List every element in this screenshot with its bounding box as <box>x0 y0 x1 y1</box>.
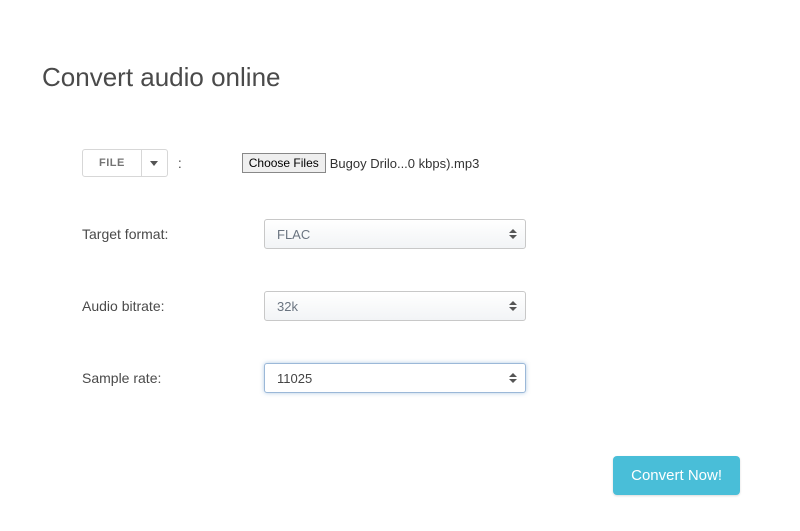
convert-now-button[interactable]: Convert Now! <box>613 456 740 495</box>
sample-rate-label: Sample rate: <box>82 370 264 386</box>
audio-bitrate-select[interactable]: 32k <box>264 291 526 321</box>
file-colon: : <box>178 155 182 171</box>
file-row: FILE : Choose Files Bugoy Drilo...0 kbps… <box>82 149 758 177</box>
chosen-file-name: Bugoy Drilo...0 kbps).mp3 <box>330 156 480 171</box>
audio-bitrate-row: Audio bitrate: 32k <box>82 291 758 321</box>
target-format-label: Target format: <box>82 226 264 242</box>
choose-files-button[interactable]: Choose Files <box>242 153 326 173</box>
page-title: Convert audio online <box>42 62 758 93</box>
target-format-select[interactable]: FLAC <box>264 219 526 249</box>
select-arrows-icon <box>509 301 517 311</box>
sample-rate-select[interactable]: 11025 <box>264 363 526 393</box>
sample-rate-row: Sample rate: 11025 <box>82 363 758 393</box>
file-source-button[interactable]: FILE <box>82 149 142 177</box>
target-format-value: FLAC <box>277 227 310 242</box>
file-source-button-group: FILE <box>82 149 168 177</box>
audio-bitrate-label: Audio bitrate: <box>82 298 264 314</box>
select-arrows-icon <box>509 373 517 383</box>
file-source-dropdown-toggle[interactable] <box>142 149 168 177</box>
audio-bitrate-value: 32k <box>277 299 298 314</box>
target-format-row: Target format: FLAC <box>82 219 758 249</box>
select-arrows-icon <box>509 229 517 239</box>
caret-down-icon <box>150 161 158 166</box>
sample-rate-value: 11025 <box>277 371 312 386</box>
